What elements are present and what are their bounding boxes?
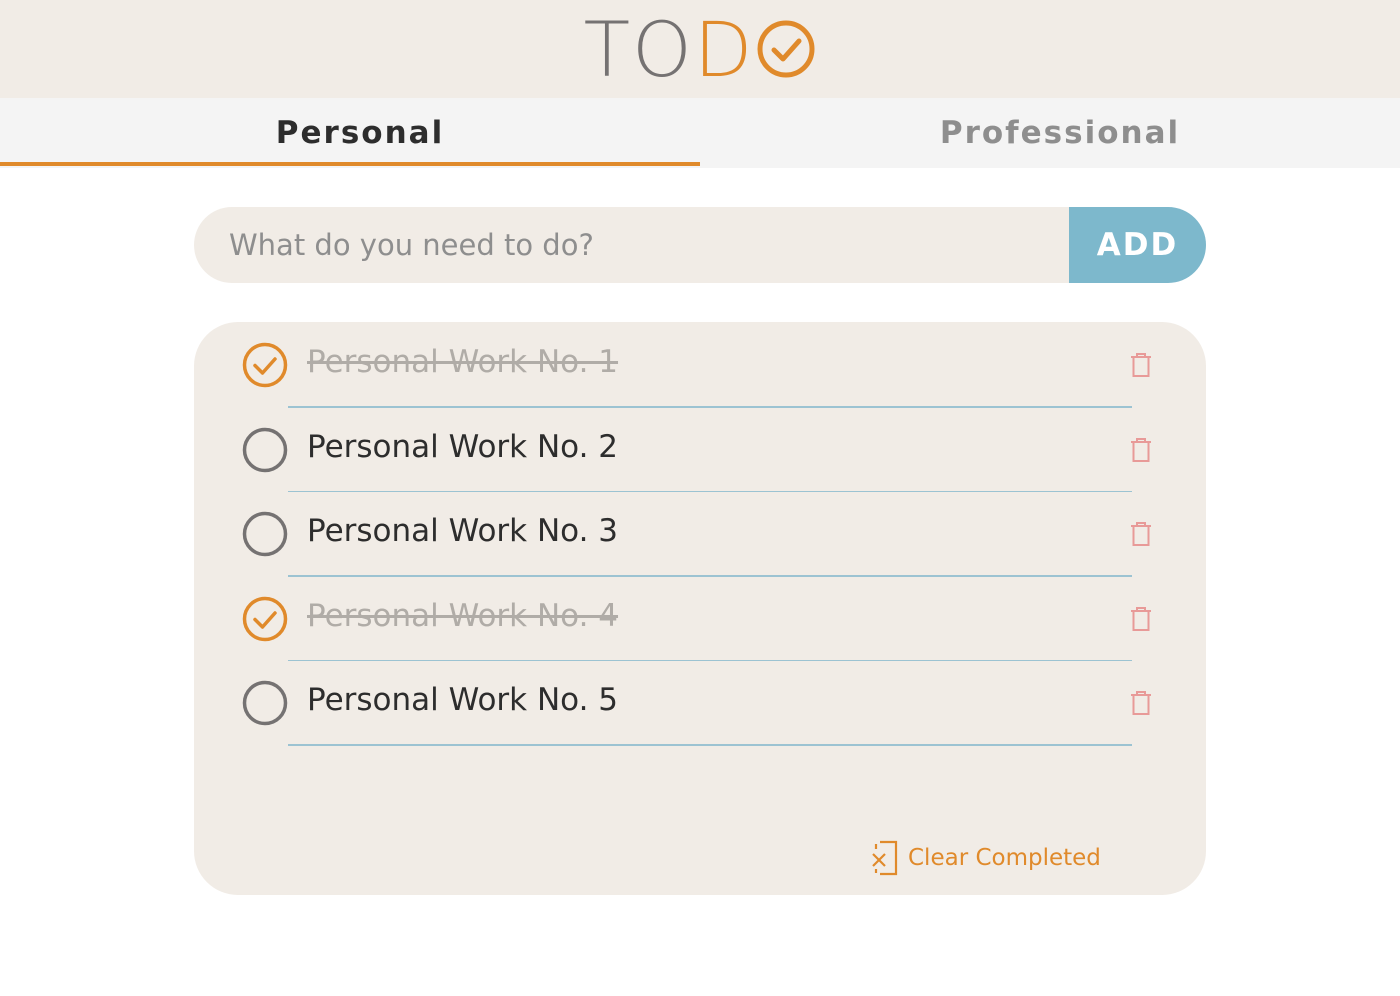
active-tab-indicator	[0, 162, 700, 166]
trash-icon[interactable]	[1130, 521, 1152, 547]
app-logo: TO D	[584, 0, 817, 98]
todo-item: Personal Work No. 2	[194, 407, 1206, 493]
trash-icon[interactable]	[1130, 606, 1152, 632]
todo-text: Personal Work No. 4	[307, 597, 619, 634]
logo-text-d: D	[693, 4, 755, 94]
todo-input[interactable]	[194, 207, 1094, 283]
logo-text-to: TO	[583, 4, 694, 94]
todo-text: Personal Work No. 5	[307, 682, 619, 719]
logo-check-circle-icon	[757, 20, 815, 78]
todo-item: Personal Work No. 4	[194, 576, 1206, 662]
todo-text: Personal Work No. 2	[307, 428, 619, 465]
todo-text: Personal Work No. 3	[307, 513, 619, 550]
todo-divider	[288, 744, 1132, 746]
add-button[interactable]: ADD	[1069, 207, 1206, 283]
tab-personal-label: Personal	[275, 115, 445, 151]
trash-icon[interactable]	[1130, 690, 1152, 716]
check-circle-icon[interactable]	[242, 596, 288, 642]
todo-item: Personal Work No. 1	[194, 322, 1206, 408]
clear-completed-button[interactable]: Clear Completed	[870, 840, 1101, 876]
todo-text: Personal Work No. 1	[307, 344, 619, 380]
empty-circle-icon[interactable]	[242, 511, 288, 557]
empty-circle-icon[interactable]	[242, 680, 288, 726]
check-circle-icon[interactable]	[242, 342, 288, 388]
tab-professional-label: Professional	[939, 115, 1181, 151]
todo-list-panel: Personal Work No. 1 Personal Work No. 2 Pe…	[194, 322, 1206, 895]
todo-item: Personal Work No. 3	[194, 491, 1206, 577]
tab-professional[interactable]: Professional	[700, 98, 1400, 168]
tab-bar: Personal Professional	[0, 98, 1400, 168]
todo-item: Personal Work No. 5	[194, 660, 1206, 746]
tab-personal[interactable]: Personal	[0, 98, 700, 168]
trash-icon[interactable]	[1130, 352, 1152, 378]
add-todo-form: ADD	[194, 207, 1206, 283]
empty-circle-icon[interactable]	[242, 427, 288, 473]
clear-completed-label: Clear Completed	[908, 845, 1101, 871]
app-header: TO D	[0, 0, 1400, 98]
trash-icon[interactable]	[1130, 437, 1152, 463]
clear-document-icon	[872, 840, 898, 876]
